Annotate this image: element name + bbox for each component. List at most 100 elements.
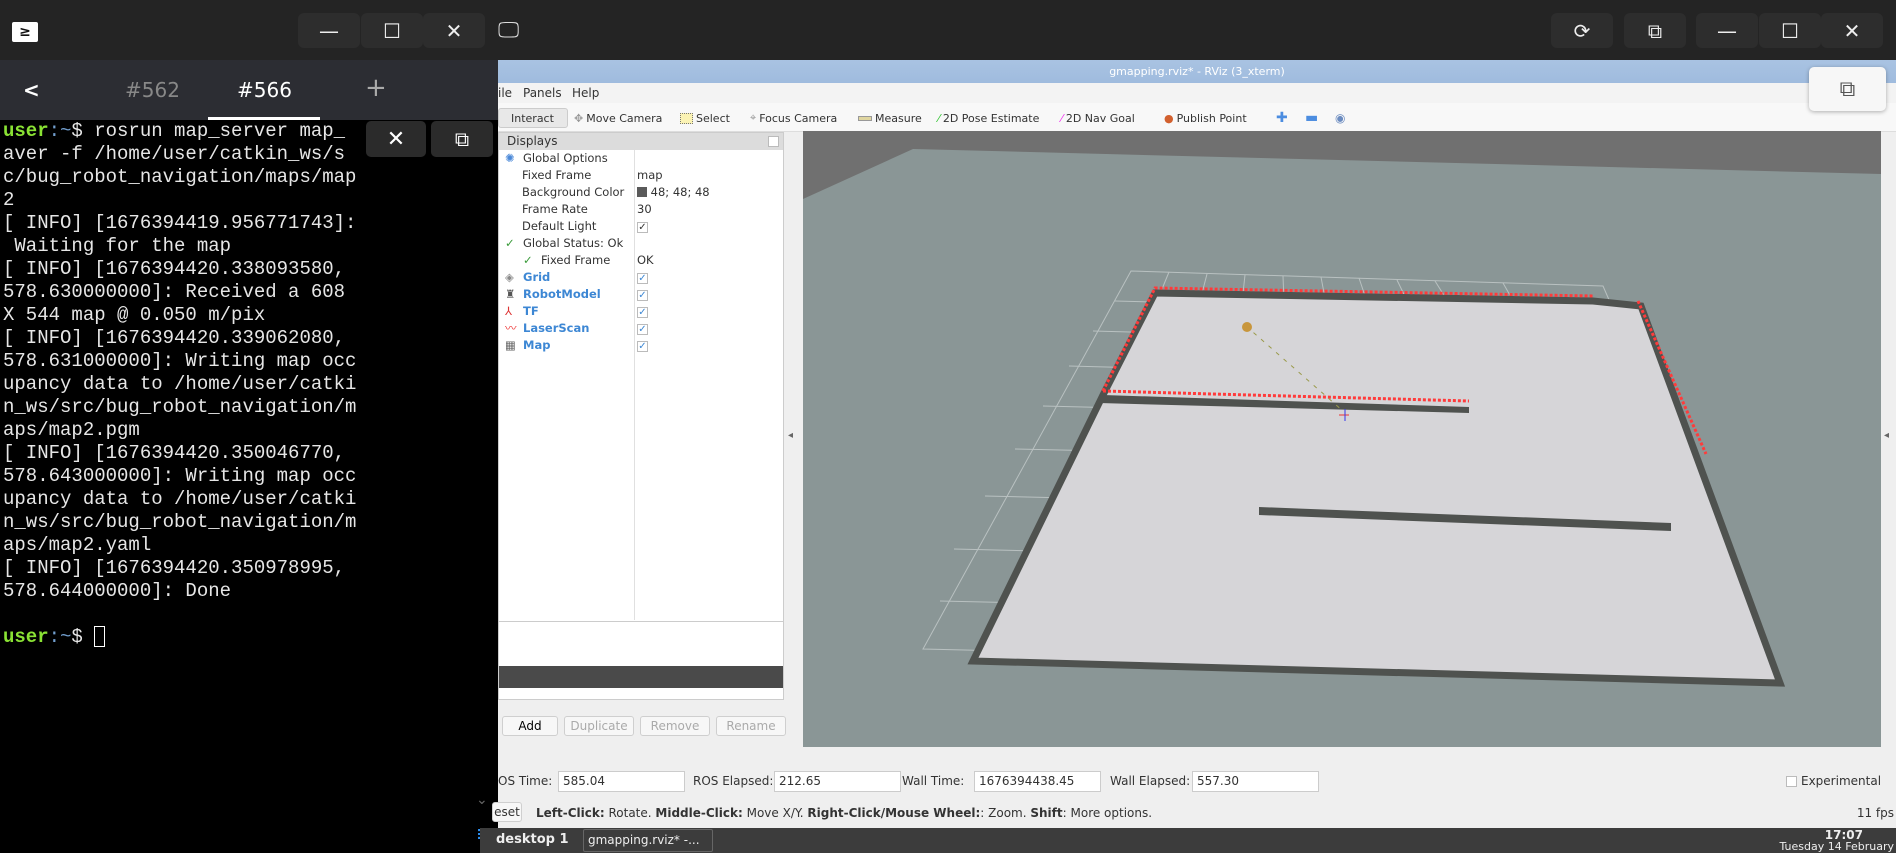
refresh-button[interactable]: ⟳ (1551, 13, 1613, 48)
tab-566[interactable]: #566 (237, 78, 292, 102)
robot-model (1242, 322, 1252, 332)
fixed-frame-status-row[interactable]: ✓ Fixed Frame OK (499, 252, 783, 269)
displays-panel-checkbox[interactable] (768, 136, 779, 147)
reset-button[interactable]: eset (492, 802, 522, 822)
laserscan-checkbox[interactable]: ✓ (637, 324, 648, 335)
hint-text: Left-Click: Rotate. Middle-Click: Move X… (536, 806, 1153, 820)
close-icon: ✕ (386, 126, 406, 152)
tab-back-button[interactable]: < (23, 78, 40, 102)
rviz-titlebar: gmapping.rviz* - RViz (3_xterm) (498, 60, 1896, 83)
maximize-button[interactable]: ☐ (1759, 13, 1821, 48)
3d-render-view[interactable] (803, 131, 1881, 747)
tool-measure[interactable]: Measure (858, 108, 922, 128)
prop-fixed-frame[interactable]: Fixed Frame map (499, 167, 783, 184)
tf-checkbox[interactable]: ✓ (637, 307, 648, 318)
refresh-icon: ⟳ (1573, 18, 1591, 43)
plus-icon: ✚ (1276, 110, 1288, 126)
windows-icon: ⧉ (454, 127, 470, 151)
prop-background-color[interactable]: Background Color 48; 48; 48 (499, 184, 783, 201)
grid-checkbox[interactable]: ✓ (637, 273, 648, 284)
map-checkbox[interactable]: ✓ (637, 341, 648, 352)
map-free-space (967, 289, 1786, 687)
grid-icon: ◈ (505, 270, 514, 284)
laser-icon: 〰 (505, 321, 517, 335)
collapse-right-handle[interactable]: ◂ (1884, 430, 1889, 441)
column-divider[interactable] (634, 150, 635, 620)
tool-2d-pose-estimate[interactable]: ⁄ 2D Pose Estimate (938, 108, 1039, 128)
display-grid[interactable]: ◈ Grid ✓ (499, 269, 783, 286)
prop-frame-rate[interactable]: Frame Rate 30 (499, 201, 783, 218)
view-options-button[interactable]: ◉ (1335, 108, 1345, 128)
display-robotmodel[interactable]: ♜ RobotModel ✓ (499, 286, 783, 303)
overlay-window-button[interactable]: ⧉ (431, 121, 493, 157)
experimental-checkbox[interactable] (1786, 776, 1797, 787)
background-area (803, 131, 1881, 199)
remove-display-button[interactable]: Remove (640, 716, 710, 736)
add-display-button[interactable]: Add (502, 716, 558, 736)
desktop-switcher[interactable]: desktop 1 (496, 832, 569, 847)
maximize-icon: ☐ (1781, 18, 1799, 43)
minus-icon: ▬ (1305, 110, 1319, 126)
menu-help[interactable]: Help (572, 86, 599, 100)
eye-icon: ◉ (1335, 111, 1346, 125)
terminal-minimize-button[interactable]: — (298, 13, 360, 48)
remove-tool-button[interactable]: ▬ (1305, 108, 1318, 128)
robotmodel-checkbox[interactable]: ✓ (637, 290, 648, 301)
add-tab-button[interactable]: + (365, 73, 387, 103)
prop-default-light[interactable]: Default Light ✓ (499, 218, 783, 235)
ruler-icon (858, 115, 872, 121)
display-map[interactable]: ▦ Map ✓ (499, 337, 783, 354)
tool-publish-point[interactable]: ● Publish Point (1164, 108, 1247, 128)
scroll-down-icon[interactable]: ⌄ (476, 792, 488, 808)
ros-time-field[interactable]: 585.04 (558, 771, 685, 792)
terminal-titlebar: ≥ — ☐ ✕ (0, 0, 498, 60)
check-icon: ✓ (505, 236, 515, 250)
terminal-window: ≥ — ☐ ✕ < #562 #566 + user:~$ rosrun map… (0, 0, 498, 853)
restore-windows-button[interactable]: ⧉ (1624, 13, 1686, 48)
minimize-button[interactable]: — (1696, 13, 1758, 48)
terminal-cursor (94, 626, 106, 648)
tool-2d-nav-goal[interactable]: ⁄ 2D Nav Goal (1061, 108, 1135, 128)
terminal-output[interactable]: user:~$ rosrun map_server map_ aver -f /… (3, 120, 403, 649)
duplicate-display-button[interactable]: Duplicate (564, 716, 634, 736)
terminal-close-button[interactable]: ✕ (423, 13, 485, 48)
taskbar: desktop 1 gmapping.rviz* -... 17:07 Tues… (480, 828, 1896, 853)
terminal-lines: rosrun map_server map_ aver -f /home/use… (3, 120, 357, 602)
wall-time-field[interactable]: 1676394438.45 (974, 771, 1101, 792)
tool-focus-camera[interactable]: ⌖ Focus Camera (750, 108, 837, 128)
status-hint-bar: eset Left-Click: Rotate. Middle-Click: M… (492, 800, 1896, 826)
menu-panels[interactable]: Panels (523, 86, 562, 100)
tool-interact[interactable]: Interact (498, 108, 568, 128)
wall-elapsed-field[interactable]: 557.30 (1192, 771, 1319, 792)
minimize-icon: — (1717, 18, 1737, 43)
popout-icon: ⧉ (1839, 76, 1856, 102)
tool-move-camera[interactable]: ✥ Move Camera (574, 108, 662, 128)
rviz-window: gmapping.rviz* - RViz (3_xterm) ile Pane… (492, 60, 1896, 828)
displays-header: Displays (499, 133, 783, 150)
add-tool-button[interactable]: ✚ (1276, 108, 1288, 128)
toolbar: Interact ✥ Move Camera Select ⌖ Focus Came… (498, 103, 1896, 132)
robot-icon: ♜ (505, 287, 516, 301)
terminal-maximize-button[interactable]: ☐ (361, 13, 423, 48)
menu-file[interactable]: ile (498, 86, 512, 100)
popout-button[interactable]: ⧉ (1809, 67, 1886, 111)
rename-display-button[interactable]: Rename (716, 716, 786, 736)
collapse-left-handle[interactable]: ◂ (788, 430, 793, 441)
focus-camera-icon: ⌖ (750, 111, 757, 124)
tool-select[interactable]: Select (680, 108, 730, 128)
display-laserscan[interactable]: 〰 LaserScan ✓ (499, 320, 783, 337)
close-icon: ✕ (1843, 18, 1861, 43)
default-light-checkbox[interactable]: ✓ (637, 222, 648, 233)
close-button[interactable]: ✕ (1821, 13, 1883, 48)
description-area (499, 621, 783, 666)
pink-arrow-icon: ⁄ (1061, 111, 1063, 125)
ros-elapsed-field[interactable]: 212.65 (774, 771, 901, 792)
check-icon: ✓ (523, 253, 533, 267)
global-options-row[interactable]: ✺ Global Options (499, 150, 783, 167)
global-status-row[interactable]: ✓ Global Status: Ok (499, 235, 783, 252)
overlay-close-button[interactable]: ✕ (366, 121, 426, 157)
tab-562[interactable]: #562 (125, 78, 180, 102)
display-tf[interactable]: ⅄ TF ✓ (499, 303, 783, 320)
taskbar-rviz-task[interactable]: gmapping.rviz* -... (583, 829, 713, 852)
powershell-icon: ≥ (12, 22, 38, 42)
